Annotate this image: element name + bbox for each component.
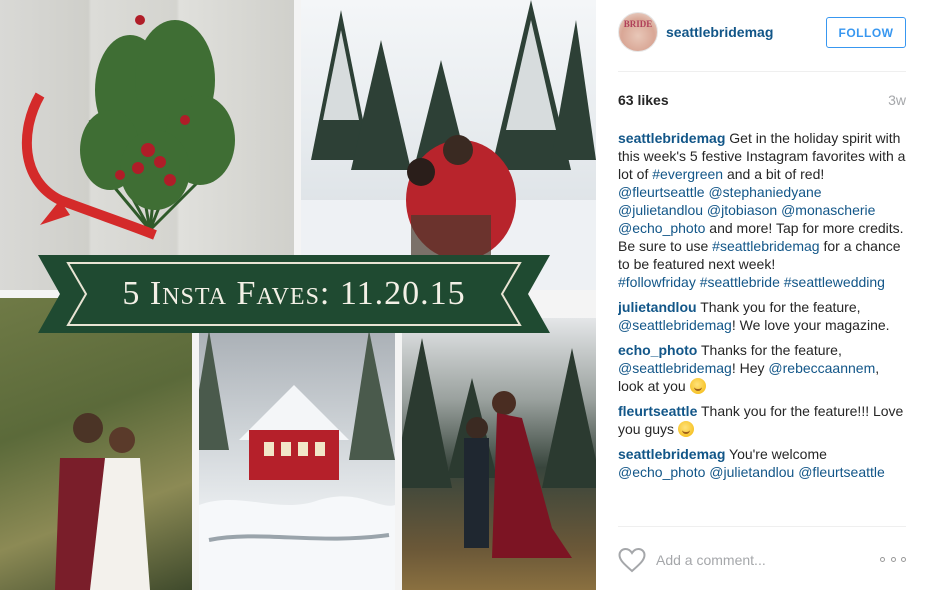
heart-icon[interactable] xyxy=(618,547,646,573)
title-banner: 5 Insta Faves: 11.20.15 xyxy=(38,255,550,333)
comment-text: Thank you for the feature, xyxy=(696,299,861,315)
smile-emoji-icon xyxy=(677,421,694,437)
comment-bar xyxy=(618,526,906,590)
comment-text: You're welcome xyxy=(725,446,827,462)
dot xyxy=(890,556,896,562)
comment-text: Thanks for the feature, xyxy=(697,342,842,358)
cabin-photo xyxy=(199,330,395,590)
likes-row: 63 likes 3w xyxy=(618,92,906,110)
hashtag-links[interactable]: #followfriday #seattlebride #seattlewedd… xyxy=(618,274,885,290)
hashtag-link[interactable]: #seattlebridemag xyxy=(712,238,819,254)
comment-username[interactable]: fleurtseattle xyxy=(618,403,697,419)
post-header: BRIDE seattlebridemag FOLLOW xyxy=(618,12,906,72)
mention-link[interactable]: @seattlebridemag xyxy=(618,317,732,333)
avatar[interactable]: BRIDE xyxy=(618,12,658,52)
comment-username[interactable]: echo_photo xyxy=(618,342,697,358)
follow-button[interactable]: FOLLOW xyxy=(826,17,906,48)
avatar-logo-text: BRIDE xyxy=(623,19,653,29)
comment-item: julietandlou Thank you for the feature, … xyxy=(618,298,908,334)
comments-list[interactable]: seattlebridemag Get in the holiday spiri… xyxy=(618,129,908,525)
comment-username[interactable]: julietandlou xyxy=(618,299,697,315)
smirk-emoji-icon xyxy=(689,378,706,394)
comment-item: echo_photo Thanks for the feature, @seat… xyxy=(618,341,908,395)
comment-text: ! We love your magazine. xyxy=(731,317,890,333)
caption-text: and a bit of red! xyxy=(723,166,825,182)
comment-item: fleurtseattle Thank you for the feature!… xyxy=(618,402,908,438)
post-info-panel: BRIDE seattlebridemag FOLLOW 63 likes 3w… xyxy=(596,0,926,590)
comment-text: ! Hey xyxy=(731,360,769,376)
comment-username[interactable]: seattlebridemag xyxy=(618,446,725,462)
likes-count[interactable]: 63 likes xyxy=(618,92,669,108)
post-age[interactable]: 3w xyxy=(888,92,906,108)
dot xyxy=(880,556,885,562)
caption-text: and more! Tap for more credits. xyxy=(705,220,904,236)
more-options-icon[interactable] xyxy=(880,553,906,565)
red-gown-photo xyxy=(402,318,596,590)
add-comment-input[interactable] xyxy=(656,549,870,571)
caption: seattlebridemag Get in the holiday spiri… xyxy=(618,129,908,291)
caption-username[interactable]: seattlebridemag xyxy=(618,130,725,146)
banner-title: 5 Insta Faves: 11.20.15 xyxy=(122,275,466,312)
mention-links[interactable]: @echo_photo @julietandlou @fleurtseattle xyxy=(618,464,885,480)
mention-link[interactable]: @seattlebridemag xyxy=(618,360,732,376)
caption-text: Be sure to use xyxy=(618,238,713,254)
couple-snow-photo xyxy=(301,0,596,290)
dot xyxy=(901,556,906,562)
post-image[interactable]: 5 Insta Faves: 11.20.15 xyxy=(0,0,596,590)
hashtag-link[interactable]: #evergreen xyxy=(652,166,723,182)
comment-item: seattlebridemag You're welcome @echo_pho… xyxy=(618,445,908,481)
wedding-couple-photo xyxy=(0,298,192,590)
mention-link[interactable]: @rebeccaannem xyxy=(768,360,875,376)
wreath-photo xyxy=(0,0,294,290)
username-link[interactable]: seattlebridemag xyxy=(666,24,773,40)
